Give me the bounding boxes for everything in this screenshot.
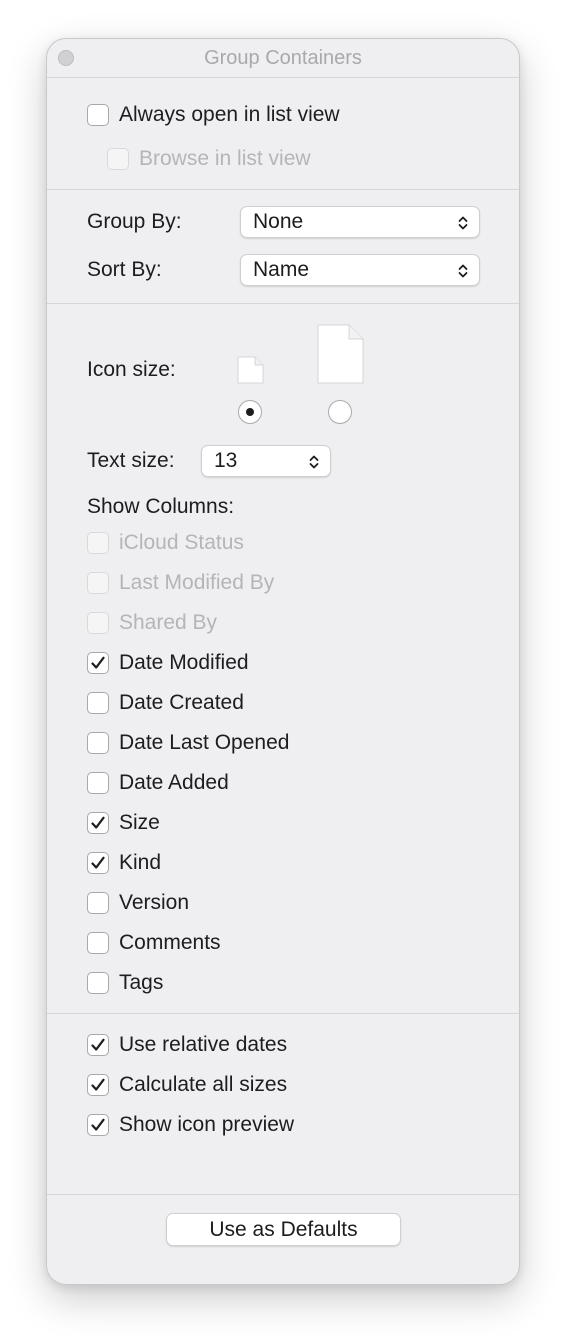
chevron-up-down-icon (309, 455, 319, 469)
group-by-popup[interactable]: None (240, 206, 480, 238)
calculate-all-sizes-label: Calculate all sizes (119, 1073, 288, 1096)
size-option[interactable]: Size (87, 808, 160, 838)
always-open-list-view-label: Always open in list view (119, 103, 340, 126)
comments-label: Comments (119, 931, 221, 954)
group-by-value: None (253, 210, 304, 233)
date-added-option[interactable]: Date Added (87, 768, 229, 798)
browse-list-view-option: Browse in list view (107, 144, 311, 174)
date-created-option[interactable]: Date Created (87, 688, 244, 718)
view-options-window: Group Containers Always open in list vie… (46, 38, 520, 1285)
version-checkbox[interactable] (87, 892, 109, 914)
separator (47, 1013, 519, 1014)
kind-label: Kind (119, 851, 162, 874)
sort-by-popup[interactable]: Name (240, 254, 480, 286)
text-size-value: 13 (214, 449, 238, 472)
small-document-icon (237, 356, 264, 384)
version-label: Version (119, 891, 190, 914)
kind-checkbox[interactable] (87, 852, 109, 874)
checkmark-icon (91, 1038, 105, 1051)
title-bar[interactable]: Group Containers (47, 39, 519, 78)
checkmark-icon (91, 856, 105, 869)
sort-by-label: Sort By: (87, 258, 162, 281)
sort-by-value: Name (253, 258, 310, 281)
large-icon-size-radio[interactable] (328, 400, 352, 424)
date-created-label: Date Created (119, 691, 244, 714)
checkmark-icon (91, 1078, 105, 1091)
date-created-checkbox[interactable] (87, 692, 109, 714)
use-as-defaults-button[interactable]: Use as Defaults (166, 1213, 401, 1246)
tags-option[interactable]: Tags (87, 968, 163, 998)
chevron-up-down-icon (458, 216, 468, 230)
calculate-all-sizes-option[interactable]: Calculate all sizes (87, 1070, 287, 1100)
group-by-label: Group By: (87, 210, 182, 233)
comments-option[interactable]: Comments (87, 928, 221, 958)
last-modified-by-checkbox (87, 572, 109, 594)
large-document-icon (317, 324, 364, 384)
comments-checkbox[interactable] (87, 932, 109, 954)
tags-checkbox[interactable] (87, 972, 109, 994)
date-added-label: Date Added (119, 771, 229, 794)
show-icon-preview-label: Show icon preview (119, 1113, 295, 1136)
use-relative-dates-checkbox[interactable] (87, 1034, 109, 1056)
date-modified-label: Date Modified (119, 651, 249, 674)
browse-list-view-label: Browse in list view (139, 147, 311, 170)
small-icon-size-radio[interactable] (238, 400, 262, 424)
radio-selected-dot (246, 408, 254, 416)
last-modified-by-option: Last Modified By (87, 568, 274, 598)
always-open-list-view-checkbox[interactable] (87, 104, 109, 126)
date-last-opened-option[interactable]: Date Last Opened (87, 728, 289, 758)
show-columns-header: Show Columns: (87, 495, 235, 518)
shared-by-label: Shared By (119, 611, 218, 634)
date-last-opened-label: Date Last Opened (119, 731, 290, 754)
separator (47, 1194, 519, 1195)
use-relative-dates-option[interactable]: Use relative dates (87, 1030, 287, 1060)
show-icon-preview-option[interactable]: Show icon preview (87, 1110, 294, 1140)
size-checkbox[interactable] (87, 812, 109, 834)
shared-by-checkbox (87, 612, 109, 634)
checkmark-icon (91, 656, 105, 669)
kind-option[interactable]: Kind (87, 848, 161, 878)
tags-label: Tags (119, 971, 164, 994)
separator (47, 189, 519, 190)
use-relative-dates-label: Use relative dates (119, 1033, 288, 1056)
icloud-status-option: iCloud Status (87, 528, 244, 558)
icloud-status-label: iCloud Status (119, 531, 244, 554)
text-size-popup[interactable]: 13 (201, 445, 331, 477)
calculate-all-sizes-checkbox[interactable] (87, 1074, 109, 1096)
size-label: Size (119, 811, 160, 834)
version-option[interactable]: Version (87, 888, 189, 918)
always-open-list-view-option[interactable]: Always open in list view (87, 100, 340, 130)
date-modified-checkbox[interactable] (87, 652, 109, 674)
icloud-status-checkbox (87, 532, 109, 554)
text-size-label: Text size: (87, 449, 175, 472)
date-modified-option[interactable]: Date Modified (87, 648, 249, 678)
browse-list-view-checkbox (107, 148, 129, 170)
window-title: Group Containers (204, 47, 362, 69)
checkmark-icon (91, 1118, 105, 1131)
chevron-up-down-icon (458, 264, 468, 278)
last-modified-by-label: Last Modified By (119, 571, 275, 594)
date-last-opened-checkbox[interactable] (87, 732, 109, 754)
icon-size-label: Icon size: (87, 358, 176, 381)
date-added-checkbox[interactable] (87, 772, 109, 794)
checkmark-icon (91, 816, 105, 829)
show-icon-preview-checkbox[interactable] (87, 1114, 109, 1136)
shared-by-option: Shared By (87, 608, 217, 638)
separator (47, 303, 519, 304)
